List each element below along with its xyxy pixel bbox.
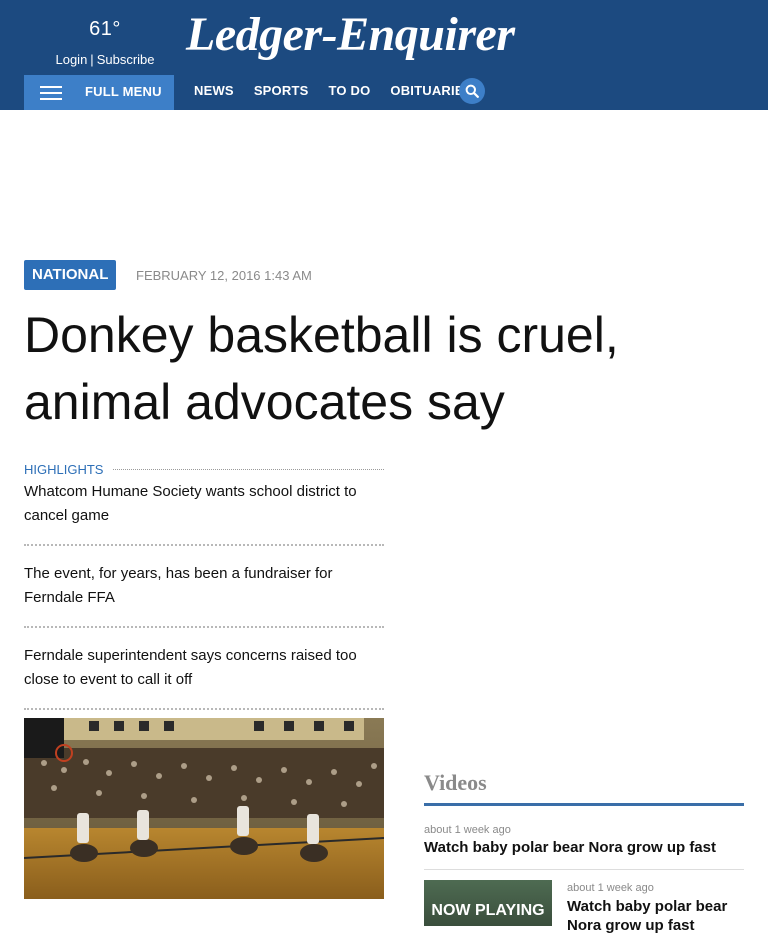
hamburger-icon <box>40 86 62 100</box>
videos-divider <box>424 803 744 806</box>
highlights-list: Whatcom Humane Society wants school dist… <box>24 480 384 710</box>
weather-widget[interactable]: 61° <box>0 18 210 41</box>
full-menu-label: FULL MENU <box>85 84 162 99</box>
site-header: 61° Login | Subscribe Ledger-Enquirer FULL… <box>0 0 768 110</box>
nav-sports[interactable]: SPORTS <box>254 83 309 103</box>
subscribe-link[interactable]: Subscribe <box>97 52 155 67</box>
video-timestamp: about 1 week ago <box>567 882 654 894</box>
highlights-label: HIGHLIGHTS <box>24 462 114 477</box>
video-separator <box>424 869 744 870</box>
video-title-link[interactable]: Watch baby polar bear Nora grow up fast <box>424 839 716 856</box>
videos-heading: Videos <box>424 770 487 795</box>
video-timestamp: about 1 week ago <box>424 824 511 836</box>
highlight-item: The event, for years, has been a fundrai… <box>24 562 384 628</box>
publish-date: FEBRUARY 12, 2016 1:43 AM <box>136 268 312 283</box>
video-thumbnail[interactable]: NOW PLAYING <box>424 880 552 926</box>
highlights-header: HIGHLIGHTS <box>24 461 384 477</box>
search-icon <box>465 84 479 98</box>
search-button[interactable] <box>459 78 485 104</box>
auth-links: Login | Subscribe <box>0 52 210 67</box>
video-title-link[interactable]: Watch baby polar bear Nora grow up fast <box>567 897 747 935</box>
nav-todo[interactable]: TO DO <box>328 83 370 103</box>
nav-news[interactable]: NEWS <box>194 83 234 103</box>
highlight-item: Whatcom Humane Society wants school dist… <box>24 480 384 546</box>
section-tag[interactable]: NATIONAL <box>24 260 117 290</box>
login-link[interactable]: Login <box>55 52 87 67</box>
full-menu-button[interactable]: FULL MENU <box>24 75 174 110</box>
site-logo[interactable]: Ledger-Enquirer <box>186 6 516 64</box>
primary-nav: NEWS SPORTS TO DO OBITUARIES <box>194 83 493 103</box>
article-headline: Donkey basketball is cruel, animal advoc… <box>24 307 619 430</box>
temperature: 61° <box>89 18 121 40</box>
auth-separator: | <box>90 52 94 67</box>
article-photo[interactable] <box>24 718 384 899</box>
highlight-item: Ferndale superintendent says concerns ra… <box>24 644 384 710</box>
now-playing-overlay: NOW PLAYING <box>431 902 545 919</box>
donkey-basketball-photo <box>24 718 384 899</box>
